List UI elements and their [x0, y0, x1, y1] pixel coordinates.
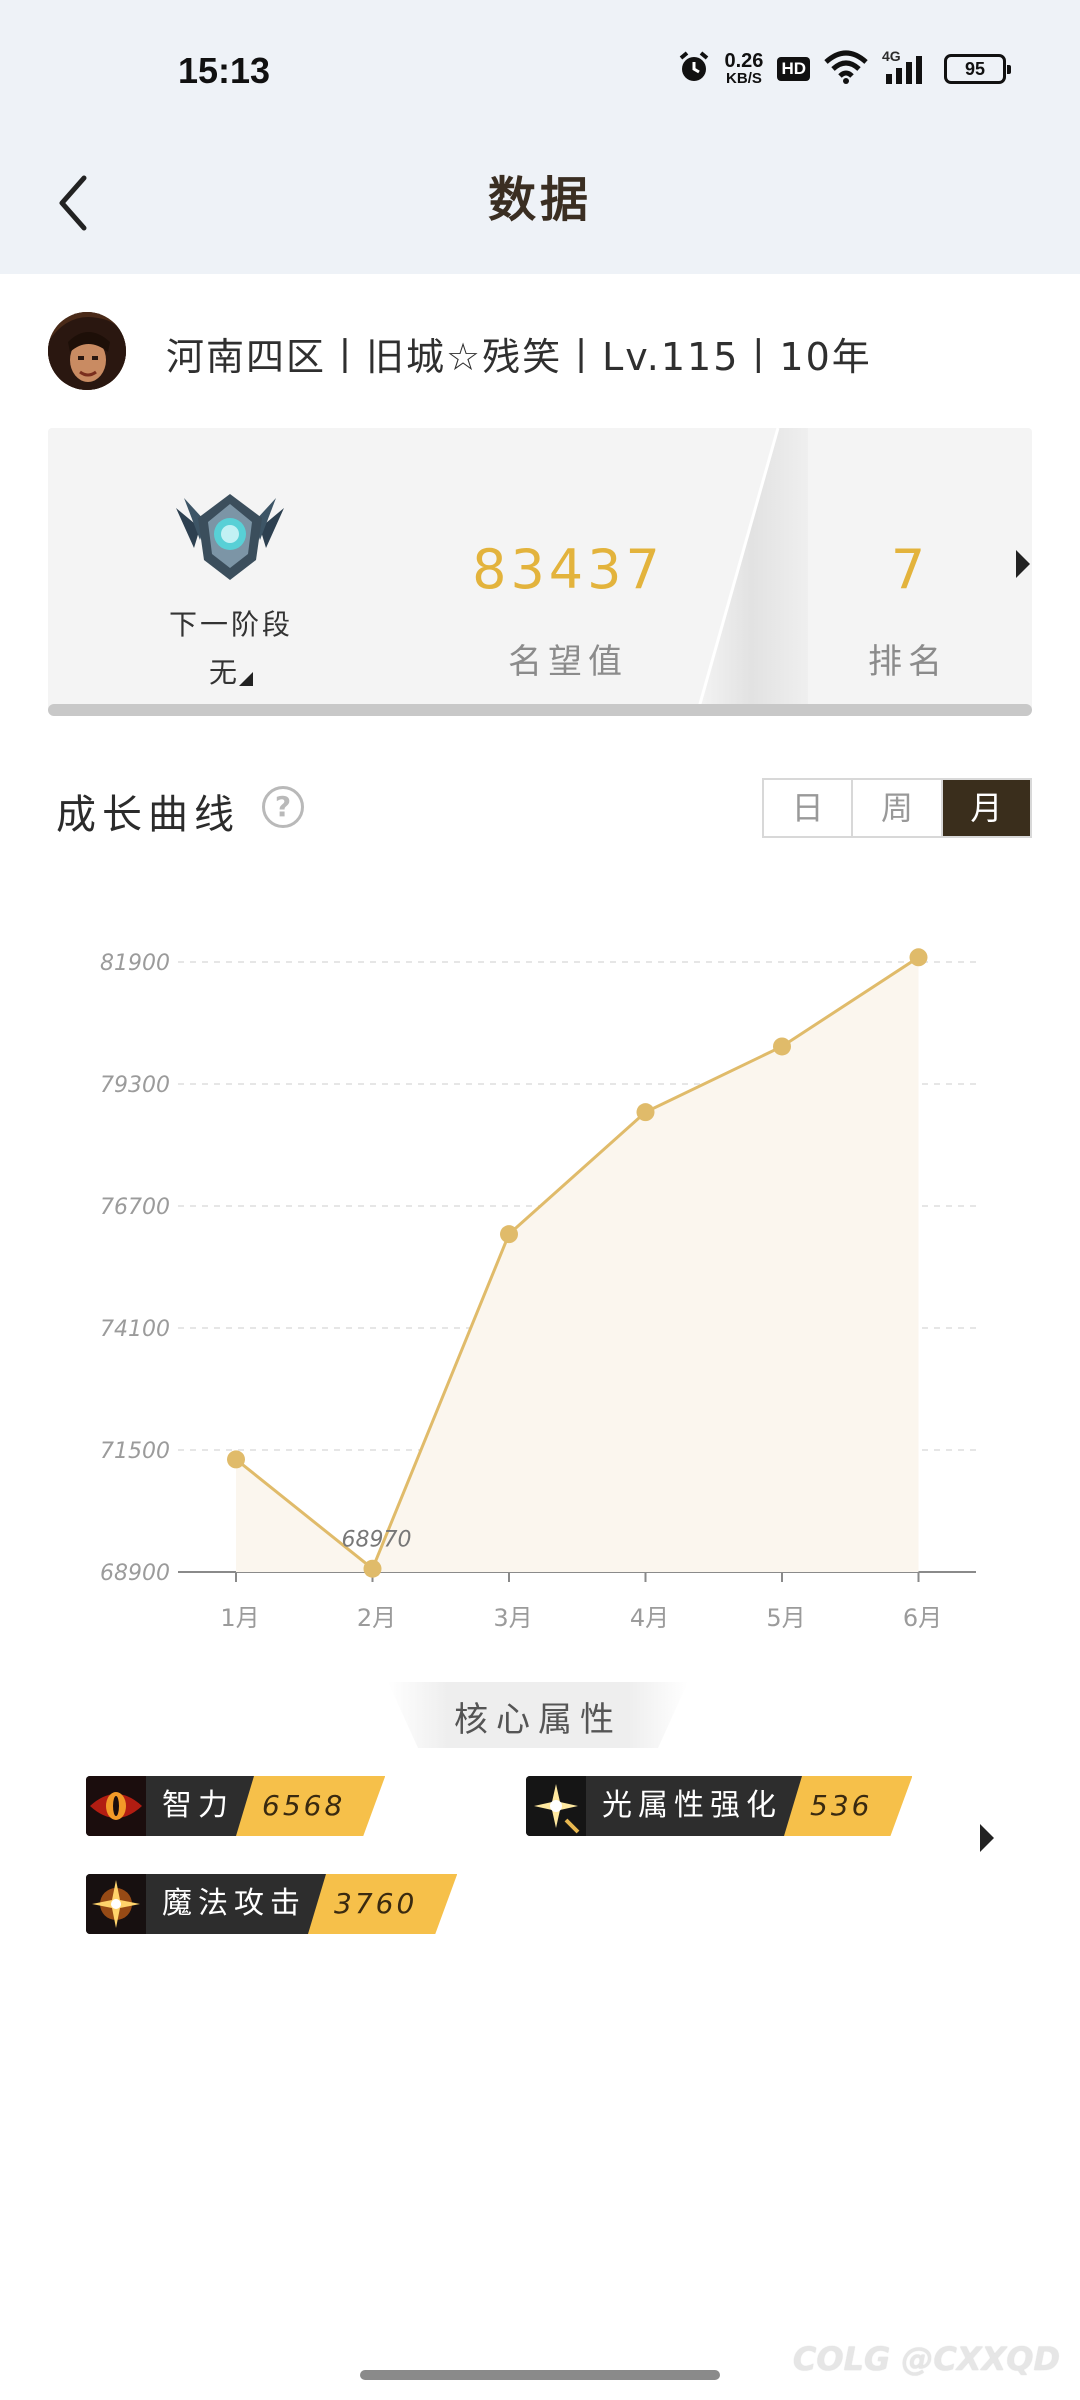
x-tick-label: 6月 — [903, 1604, 942, 1632]
tab-month[interactable]: 月 — [942, 780, 1030, 836]
signal-icon: 4G — [882, 48, 930, 86]
x-tick-label: 1月 — [220, 1604, 259, 1632]
rank-card-next-arrow-icon[interactable] — [1016, 550, 1030, 578]
wifi-icon — [824, 50, 868, 88]
data-point — [227, 1450, 245, 1469]
status-icons: 0.26 KB/S HD 4G 95 — [677, 48, 1011, 88]
nav-bar: 数据 — [0, 140, 1080, 274]
series-area — [236, 957, 919, 1572]
profile-row: 河南四区丨旧城☆残笑丨Lv.115丨10年 — [48, 308, 1048, 398]
data-point — [500, 1225, 518, 1244]
battery-indicator: 95 — [944, 54, 1011, 84]
tab-week[interactable]: 周 — [853, 780, 943, 836]
attr-intelligence: 智力 6568 — [86, 1776, 385, 1836]
rank-badge-icon — [170, 488, 290, 588]
attr-value: 3760 — [308, 1874, 457, 1934]
magic-star-icon — [86, 1874, 146, 1934]
attributes-next-arrow-icon[interactable] — [980, 1824, 994, 1852]
fame-value: 83437 — [472, 538, 664, 601]
y-tick-label: 68900 — [100, 1561, 170, 1586]
fame-label: 名望值 — [508, 642, 628, 682]
period-tabs: 日 周 月 — [762, 778, 1032, 838]
watermark: COLG @CXXQD — [792, 2340, 1060, 2378]
eye-icon — [86, 1776, 146, 1836]
data-point — [363, 1559, 382, 1578]
rank-card: 下一阶段 无 83437 名望值 7 排名 — [48, 428, 1032, 714]
status-time: 15:13 — [178, 50, 271, 91]
growth-chart: 81900 79300 76700 74100 71500 68900 1月 2月 3月 4月 5月… — [0, 880, 1080, 1640]
x-tick-label: 2月 — [357, 1604, 396, 1632]
dropdown-corner-icon — [239, 672, 253, 686]
rank-value: 7 — [890, 538, 926, 601]
growth-title: 成长曲线 — [56, 792, 240, 838]
light-spark-icon — [526, 1776, 586, 1836]
next-stage-value[interactable]: 无 — [146, 651, 316, 691]
y-tick-label: 71500 — [100, 1439, 170, 1464]
rank-card-bottom-bar — [48, 704, 1032, 716]
x-tick-label: 5月 — [766, 1604, 805, 1632]
attr-light-enhance: 光属性强化 536 — [526, 1776, 912, 1836]
page-title: 数据 — [487, 172, 592, 228]
rank-label: 排名 — [868, 642, 948, 682]
y-tick-label: 79300 — [100, 1073, 170, 1098]
x-tick-label: 3月 — [493, 1604, 532, 1632]
next-stage-label: 下一阶段 — [168, 608, 293, 641]
attr-name: 魔法攻击 — [146, 1874, 326, 1934]
x-tick-label: 4月 — [630, 1604, 669, 1632]
y-tick-label: 74100 — [100, 1317, 170, 1342]
attr-value: 6568 — [236, 1776, 385, 1836]
attr-name: 智力 — [146, 1776, 254, 1836]
net-speed-value: 0.26 — [724, 50, 764, 72]
y-tick-label: 81900 — [100, 951, 170, 976]
status-bar: 15:13 0.26 KB/S HD 4G 95 — [0, 0, 1080, 140]
net-speed-unit: KB/S — [726, 70, 762, 87]
attr-value: 536 — [784, 1776, 912, 1836]
avatar[interactable] — [48, 312, 126, 390]
net-speed: 0.26 KB/S — [725, 51, 764, 87]
home-indicator[interactable] — [360, 2370, 720, 2380]
profile-name: 河南四区丨旧城☆残笑丨Lv.115丨10年 — [166, 335, 872, 379]
data-point — [773, 1037, 791, 1056]
attr-name: 光属性强化 — [586, 1776, 802, 1836]
alarm-icon — [677, 50, 711, 88]
hd-badge: HD — [777, 57, 810, 81]
growth-chart-svg: 81900 79300 76700 74100 71500 68900 1月 2月 3月 4月 5月… — [100, 948, 976, 1632]
next-stage-value-text: 无 — [208, 656, 237, 689]
attr-magic-attack: 魔法攻击 3760 — [86, 1874, 457, 1934]
card-divider — [695, 428, 808, 714]
core-attributes-title: 核心属性 — [454, 1700, 622, 1740]
data-label: 68970 — [342, 1528, 412, 1553]
data-point — [909, 948, 928, 967]
data-point — [636, 1103, 655, 1122]
y-tick-label: 76700 — [100, 1195, 170, 1220]
tab-day[interactable]: 日 — [764, 780, 854, 836]
help-icon[interactable]: ? — [262, 786, 304, 828]
